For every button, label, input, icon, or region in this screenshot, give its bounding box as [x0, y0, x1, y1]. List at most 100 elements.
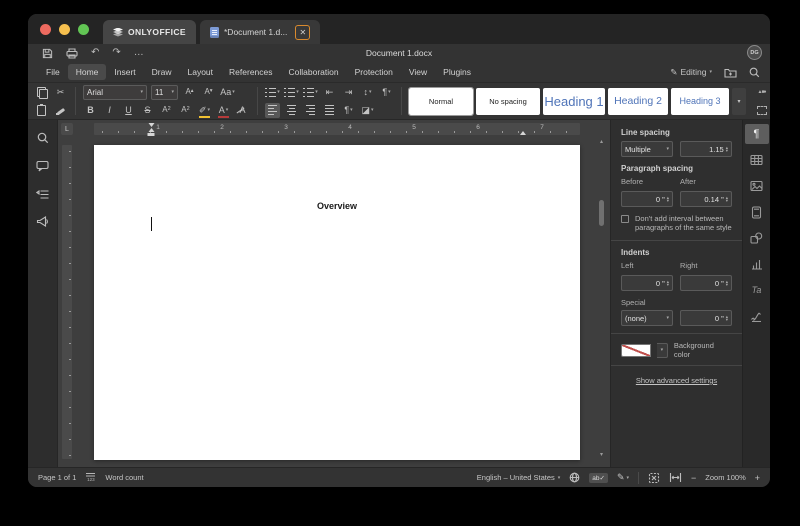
language-selector[interactable]: English – United States ▾ — [477, 473, 560, 482]
spin-down-icon[interactable]: ▾ — [726, 318, 728, 322]
change-case-button[interactable]: Aa ▾ — [220, 85, 235, 100]
increase-indent-button[interactable]: ⇥ — [341, 85, 356, 100]
tab-home[interactable]: Home — [67, 64, 107, 80]
document-language-globe-icon[interactable] — [569, 472, 580, 483]
special-amount-input[interactable]: 0 " ▴ ▾ — [680, 310, 732, 326]
horizontal-ruler[interactable]: 1 2 3 4 5 6 7 — [94, 123, 580, 136]
align-center-button[interactable] — [284, 103, 299, 118]
line-spacing-button[interactable]: ↕ ▾ — [360, 85, 375, 100]
tab-document[interactable]: *Document 1.d... ✕ — [200, 20, 321, 44]
tab-collaboration[interactable]: Collaboration — [281, 64, 347, 80]
highlight-color-button[interactable]: ✐ ▾ — [197, 103, 212, 118]
checkbox[interactable] — [621, 215, 629, 223]
spacing-after-input[interactable]: 0.14 " ▴ ▾ — [680, 191, 732, 207]
font-color-button[interactable]: A ▾ — [216, 103, 231, 118]
line-spacing-amount[interactable]: 1.15 ▴ ▾ — [680, 141, 732, 157]
fullscreen-window-button[interactable] — [78, 23, 89, 35]
word-count-button[interactable]: Word count — [105, 473, 143, 482]
indent-right-input[interactable]: 0 " ▴ ▾ — [680, 275, 732, 291]
tab-plugins[interactable]: Plugins — [435, 64, 479, 80]
styles-gallery-expand-button[interactable]: ▾ — [732, 87, 746, 115]
vertical-ruler[interactable] — [62, 145, 72, 459]
spin-down-icon[interactable]: ▾ — [667, 283, 669, 287]
background-color-dropdown[interactable]: ▾ — [656, 342, 668, 358]
superscript-button[interactable]: A2 — [159, 103, 174, 118]
fit-to-page-icon[interactable] — [648, 472, 660, 484]
increase-font-button[interactable]: A ▴ — [182, 85, 197, 100]
decrease-font-button[interactable]: A ▾ — [201, 85, 216, 100]
spacing-before-input[interactable]: 0 " ▴ ▾ — [621, 191, 673, 207]
align-left-button[interactable] — [265, 102, 280, 118]
spell-check-button[interactable]: ab ✓ — [589, 472, 608, 483]
table-settings-button[interactable] — [745, 150, 769, 170]
fit-to-width-icon[interactable] — [669, 472, 682, 483]
tab-protection[interactable]: Protection — [347, 64, 401, 80]
multilevel-list-button[interactable]: ▾ — [303, 85, 318, 100]
spinner-arrows[interactable]: ▴ ▾ — [726, 145, 728, 153]
chart-settings-button[interactable] — [745, 254, 769, 274]
open-file-location-icon[interactable] — [724, 67, 737, 78]
copy-button[interactable] — [34, 85, 49, 100]
zoom-in-button[interactable]: + — [755, 473, 760, 483]
spinner-arrows[interactable]: ▴ ▾ — [667, 195, 669, 203]
copy-style-button[interactable] — [53, 103, 68, 118]
comments-button[interactable] — [35, 158, 51, 174]
cut-button[interactable]: ✂ — [53, 85, 68, 100]
search-icon[interactable] — [749, 67, 760, 78]
spinner-arrows[interactable]: ▴ ▾ — [726, 279, 728, 287]
same-style-interval-checkbox[interactable]: Don't add interval between paragraphs of… — [621, 214, 732, 232]
scroll-down-arrow[interactable]: ▾ — [600, 451, 603, 459]
shape-settings-button[interactable] — [745, 228, 769, 248]
left-indent-marker[interactable] — [147, 123, 155, 136]
zoom-out-button[interactable]: − — [691, 473, 696, 483]
style-heading-1[interactable]: Heading 1 — [543, 87, 605, 115]
strikethrough-button[interactable]: S — [140, 103, 155, 118]
close-tab-button[interactable]: ✕ — [295, 24, 311, 40]
track-changes-button[interactable]: ✎ ▾ — [617, 472, 629, 483]
clear-style-button[interactable]: A — [235, 103, 250, 118]
tab-draw[interactable]: Draw — [144, 64, 180, 80]
minimize-window-button[interactable] — [59, 23, 70, 35]
tab-view[interactable]: View — [401, 64, 435, 80]
spinner-arrows[interactable]: ▴ ▾ — [726, 195, 728, 203]
select-all-button[interactable] — [754, 103, 769, 118]
page-indicator[interactable]: Page 1 of 1 — [38, 473, 76, 482]
justify-button[interactable] — [322, 103, 337, 118]
spin-down-icon[interactable]: ▾ — [726, 149, 728, 153]
signature-settings-button[interactable] — [745, 306, 769, 326]
paragraph-spacing-button[interactable]: ¶ ▾ — [379, 85, 394, 100]
shading-button[interactable]: ◪ ▾ — [360, 103, 375, 118]
feedback-button[interactable] — [35, 214, 51, 230]
font-name-select[interactable]: Arial ▾ — [83, 84, 147, 100]
bold-button[interactable]: B — [83, 103, 98, 118]
scrollbar-thumb[interactable] — [599, 200, 604, 226]
spin-down-icon[interactable]: ▾ — [726, 199, 728, 203]
user-avatar[interactable]: DG — [747, 45, 762, 60]
document-page[interactable]: Overview — [94, 145, 580, 460]
underline-button[interactable]: U — [121, 103, 136, 118]
tab-layout[interactable]: Layout — [180, 64, 222, 80]
scroll-up-arrow[interactable]: ▴ — [600, 138, 603, 146]
indent-left-input[interactable]: 0 " ▴ ▾ — [621, 275, 673, 291]
tab-file[interactable]: File — [38, 64, 68, 80]
spin-down-icon[interactable]: ▾ — [667, 199, 669, 203]
color-scheme-button[interactable]: ▲■● — [754, 85, 769, 100]
style-no-spacing[interactable]: No spacing — [476, 87, 540, 115]
line-spacing-select[interactable]: Multiple ▾ — [621, 141, 673, 157]
italic-button[interactable]: I — [102, 103, 117, 118]
show-advanced-settings-link[interactable]: Show advanced settings — [621, 376, 732, 385]
tab-stop-selector[interactable]: L — [61, 123, 73, 135]
decrease-indent-button[interactable]: ⇤ — [322, 85, 337, 100]
vertical-scrollbar[interactable]: ▴ ▾ — [597, 138, 606, 459]
tab-insert[interactable]: Insert — [106, 64, 143, 80]
style-heading-2[interactable]: Heading 2 — [608, 87, 668, 115]
spinner-arrows[interactable]: ▴ ▾ — [667, 279, 669, 287]
image-settings-button[interactable] — [745, 176, 769, 196]
style-heading-3[interactable]: Heading 3 — [671, 87, 729, 115]
align-right-button[interactable] — [303, 103, 318, 118]
special-select[interactable]: (none) ▾ — [621, 310, 673, 326]
paste-button[interactable] — [34, 103, 49, 118]
text-art-settings-button[interactable]: Ta — [745, 280, 769, 300]
nonprinting-characters-button[interactable]: ¶ ▾ — [341, 103, 356, 118]
close-window-button[interactable] — [40, 23, 51, 35]
